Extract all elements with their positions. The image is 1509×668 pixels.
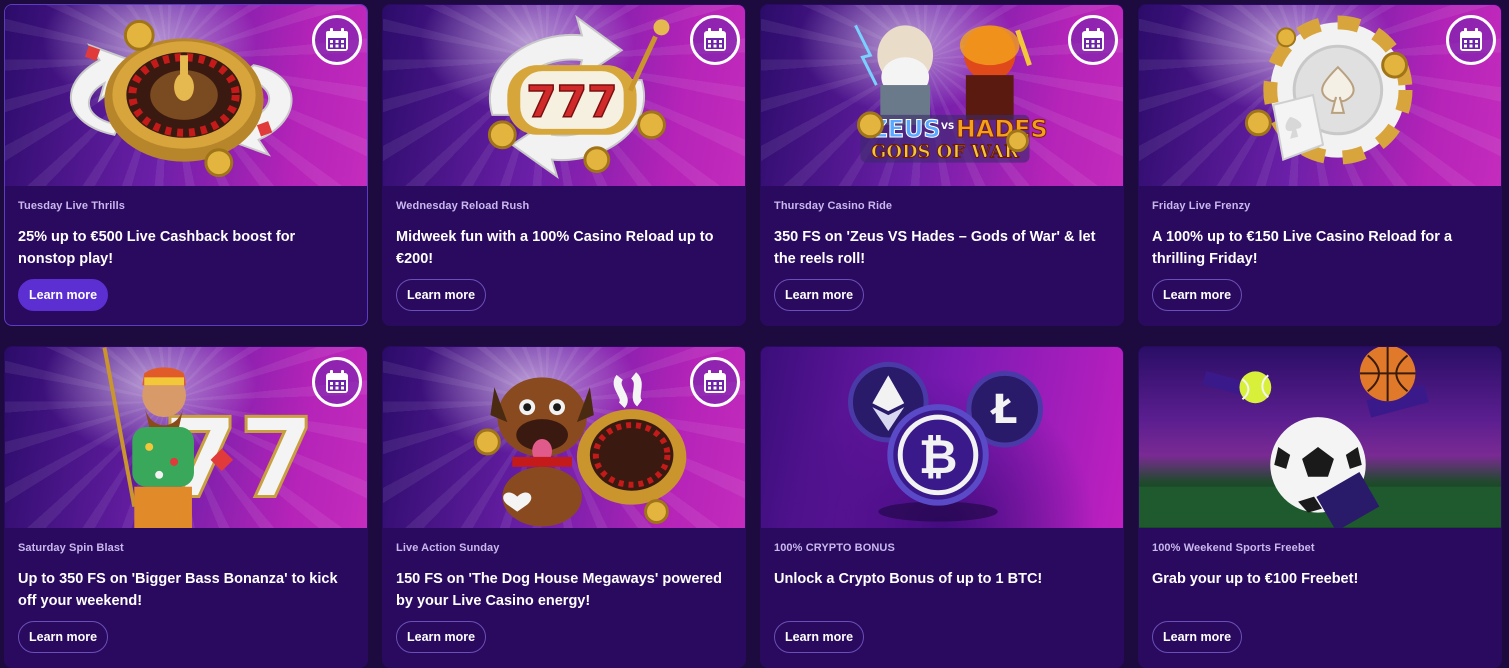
svg-text:VS: VS — [941, 122, 954, 132]
promo-image — [383, 347, 745, 528]
promo-card-thursday[interactable]: ZEUS VS HADES GODS OF WAR Thursday Casin… — [760, 4, 1124, 326]
promo-card-sports[interactable]: 100% Weekend Sports Freebet Grab your up… — [1138, 346, 1502, 668]
promo-image: 777 — [383, 5, 745, 186]
svg-text:₿: ₿ — [919, 430, 958, 485]
promotions-grid: Tuesday Live Thrills 25% up to €500 Live… — [0, 0, 1509, 668]
calendar-badge[interactable] — [690, 357, 740, 407]
promo-eyebrow: Wednesday Reload Rush — [396, 200, 530, 212]
calendar-icon — [1460, 28, 1482, 51]
promo-image: 77 — [5, 347, 367, 528]
calendar-icon — [704, 28, 726, 51]
calendar-icon — [1082, 28, 1104, 51]
svg-text:Ł: Ł — [990, 387, 1018, 433]
promo-headline: 150 FS on 'The Dog House Megaways' power… — [396, 571, 722, 609]
sports-balls-icon — [1139, 347, 1501, 528]
promo-image — [5, 5, 367, 186]
promo-headline: Grab your up to €100 Freebet! — [1152, 571, 1359, 587]
learn-more-button[interactable]: Learn more — [774, 279, 865, 311]
promo-headline: 25% up to €500 Live Cashback boost for n… — [18, 229, 296, 267]
promo-card-friday[interactable]: Friday Live Frenzy A 100% up to €150 Liv… — [1138, 4, 1502, 326]
calendar-badge[interactable] — [312, 15, 362, 65]
calendar-badge[interactable] — [312, 357, 362, 407]
promo-eyebrow: Thursday Casino Ride — [774, 200, 893, 212]
learn-more-button[interactable]: Learn more — [18, 621, 109, 653]
promo-image — [1139, 5, 1501, 186]
svg-text:HADES: HADES — [956, 115, 1048, 143]
promo-image: ZEUS VS HADES GODS OF WAR — [761, 5, 1123, 186]
promo-image — [1139, 347, 1501, 528]
learn-more-button[interactable]: Learn more — [774, 621, 865, 653]
promo-eyebrow: Friday Live Frenzy — [1152, 200, 1251, 212]
promo-eyebrow: Saturday Spin Blast — [18, 542, 124, 554]
promo-card-wednesday[interactable]: 777 Wednesday Reload Rush Midweek fun wi… — [382, 4, 746, 326]
svg-text:777: 777 — [526, 77, 617, 128]
learn-more-button[interactable]: Learn more — [396, 279, 487, 311]
learn-more-button[interactable]: Learn more — [18, 279, 109, 311]
calendar-badge[interactable] — [1068, 15, 1118, 65]
promo-card-sunday[interactable]: Live Action Sunday 150 FS on 'The Dog Ho… — [382, 346, 746, 668]
promo-eyebrow: Tuesday Live Thrills — [18, 200, 125, 212]
promo-eyebrow: 100% Weekend Sports Freebet — [1152, 542, 1315, 554]
crypto-coins-icon: Ł ₿ — [848, 361, 1043, 522]
promo-card-saturday[interactable]: 77 Saturday Spin Blast Up to 350 FS on '… — [4, 346, 368, 668]
learn-more-button[interactable]: Learn more — [1152, 621, 1243, 653]
promo-eyebrow: Live Action Sunday — [396, 542, 500, 554]
calendar-icon — [326, 370, 348, 393]
promo-image: Ł ₿ — [761, 347, 1123, 528]
calendar-icon — [326, 28, 348, 51]
promo-eyebrow: 100% CRYPTO BONUS — [774, 542, 895, 554]
svg-text:GODS OF WAR: GODS OF WAR — [871, 142, 1019, 163]
promo-headline: A 100% up to €150 Live Casino Reload for… — [1152, 229, 1453, 267]
promo-card-crypto[interactable]: Ł ₿ 100% CRYPTO BONUS Unlock a Crypto Bo… — [760, 346, 1124, 668]
calendar-icon — [704, 370, 726, 393]
promo-headline: Up to 350 FS on 'Bigger Bass Bonanza' to… — [18, 571, 338, 609]
learn-more-button[interactable]: Learn more — [396, 621, 487, 653]
calendar-badge[interactable] — [690, 15, 740, 65]
learn-more-button[interactable]: Learn more — [1152, 279, 1243, 311]
promo-headline: Unlock a Crypto Bonus of up to 1 BTC! — [774, 571, 1043, 587]
calendar-badge[interactable] — [1446, 15, 1496, 65]
promo-card-tuesday[interactable]: Tuesday Live Thrills 25% up to €500 Live… — [4, 4, 368, 326]
promo-headline: 350 FS on 'Zeus VS Hades – Gods of War' … — [774, 229, 1096, 267]
promo-headline: Midweek fun with a 100% Casino Reload up… — [396, 229, 714, 267]
